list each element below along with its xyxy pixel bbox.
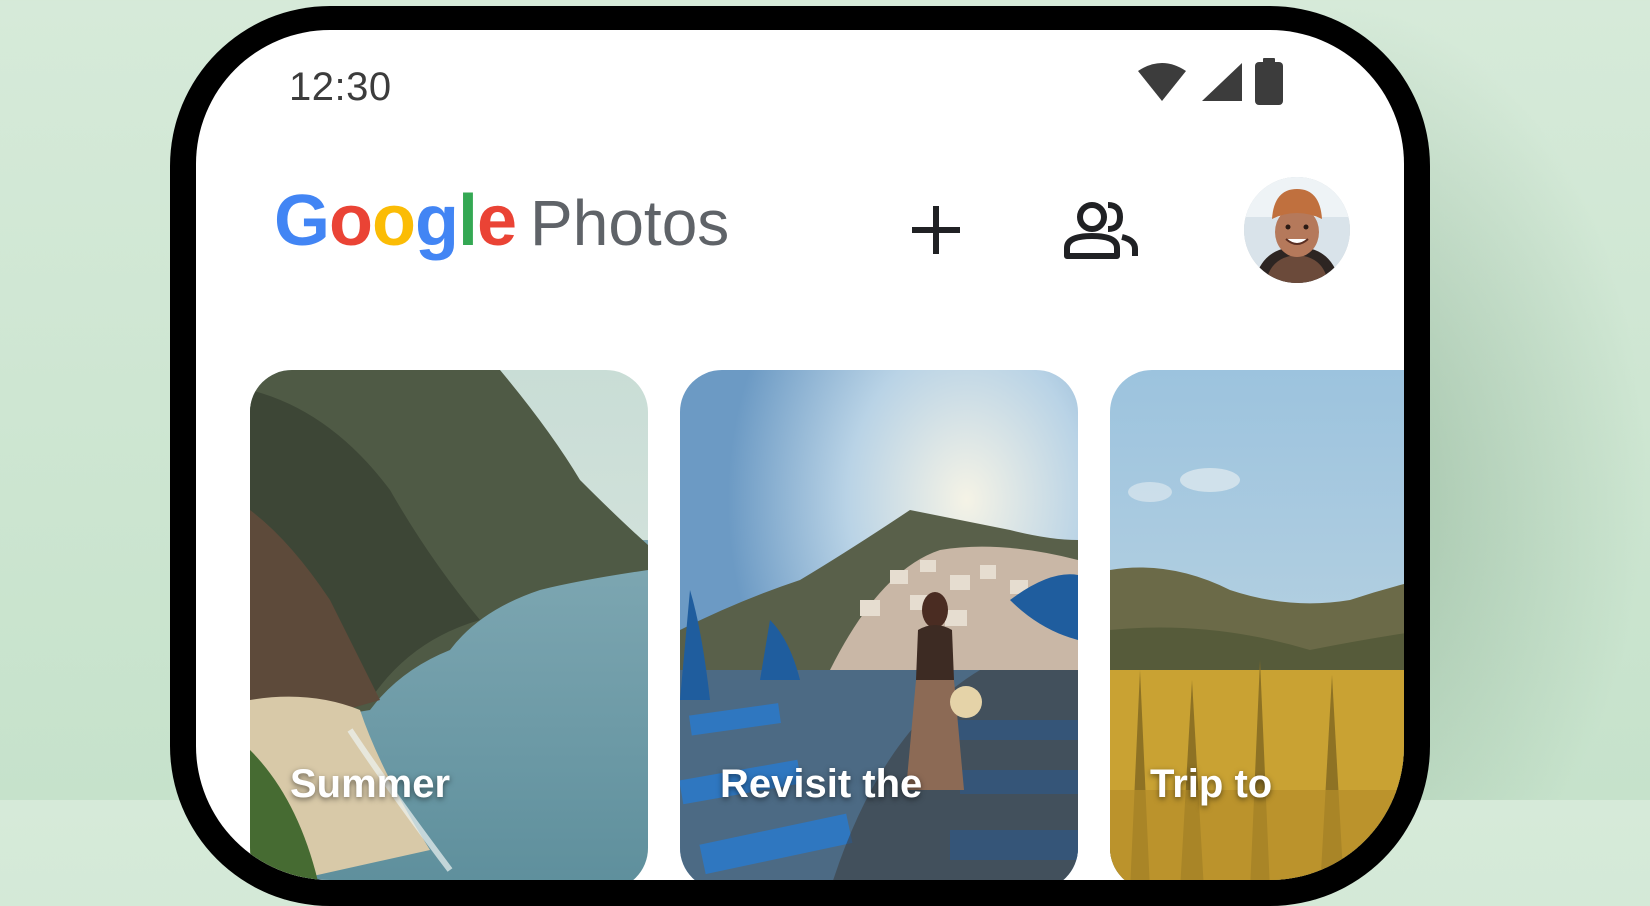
memory-card-title: Trip to xyxy=(1150,762,1273,806)
add-button[interactable] xyxy=(896,190,976,270)
logo-google-wordmark: Google xyxy=(274,180,517,262)
wifi-icon xyxy=(1136,61,1188,108)
memory-card[interactable]: Summer xyxy=(250,370,648,880)
status-icons xyxy=(1136,57,1284,111)
status-time: 12:30 xyxy=(289,65,392,109)
google-photos-logo: Google Photos xyxy=(274,180,729,262)
cellular-signal-icon xyxy=(1198,61,1244,108)
logo-letter: o xyxy=(372,181,416,261)
logo-product-name: Photos xyxy=(530,187,730,259)
memory-card[interactable]: Revisit the xyxy=(680,370,1078,880)
avatar[interactable] xyxy=(1244,177,1350,283)
battery-icon xyxy=(1254,57,1284,111)
logo-letter: G xyxy=(274,181,330,261)
logo-letter: l xyxy=(457,181,478,261)
sharing-button[interactable] xyxy=(1056,190,1146,270)
logo-letter: e xyxy=(476,181,517,261)
people-sharing-icon xyxy=(1064,202,1138,259)
phone-screen: 12:30 Google Photos Summer Revisit the T… xyxy=(196,30,1404,880)
memory-card[interactable]: Trip to xyxy=(1110,370,1404,880)
add-icon xyxy=(912,206,960,254)
memory-card-title: Summer xyxy=(290,762,451,806)
logo-letter: o xyxy=(329,181,373,261)
memory-card-title: Revisit the xyxy=(720,762,923,806)
logo-letter: g xyxy=(414,181,459,261)
